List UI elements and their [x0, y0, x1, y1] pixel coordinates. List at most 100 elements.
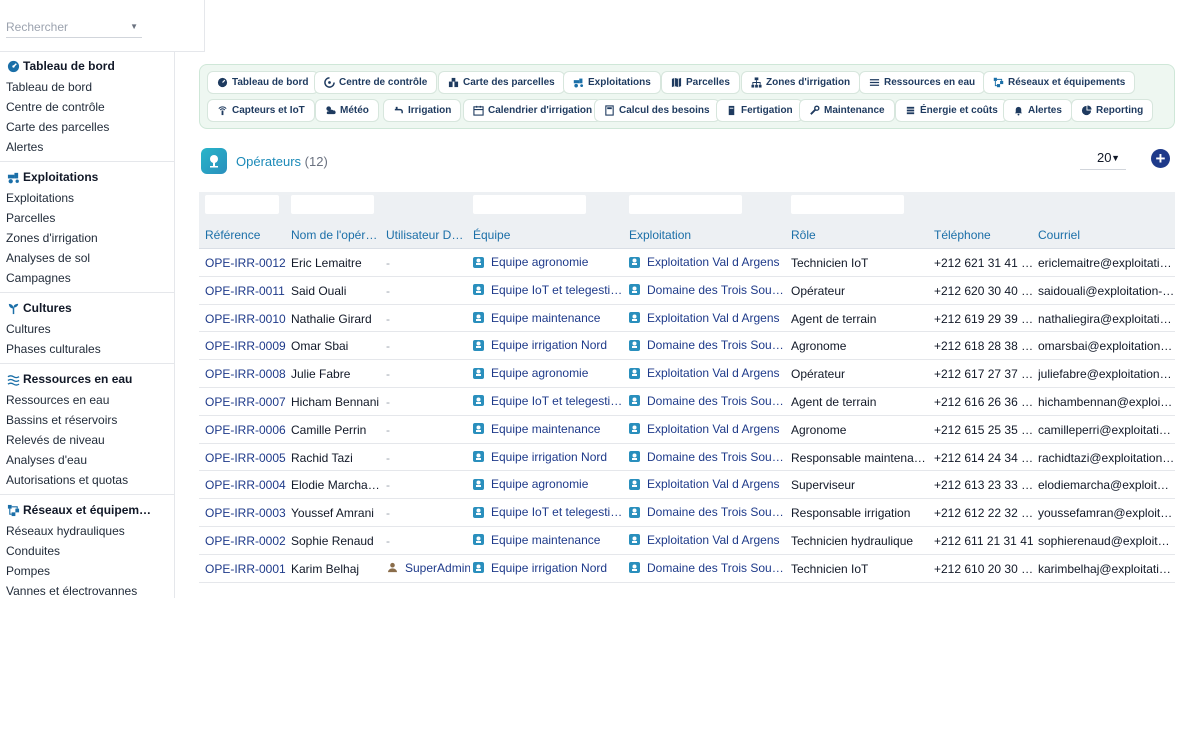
sidebar-item[interactable]: Phases culturales — [0, 339, 174, 359]
table-row[interactable]: OPE-IRR-0003 Youssef Amrani - Equipe IoT et… — [199, 499, 1175, 527]
sidebar-item[interactable]: Cultures — [0, 319, 174, 339]
cell-team[interactable]: Equipe irrigation Nord — [473, 338, 607, 352]
column-header[interactable]: Téléphone — [934, 228, 991, 242]
cell-team[interactable]: Equipe irrigation Nord — [473, 450, 607, 464]
sidebar-item[interactable]: Alertes — [0, 137, 174, 157]
table-row[interactable]: OPE-IRR-0010 Nathalie Girard - Equipe maint… — [199, 305, 1175, 333]
chevron-down-icon[interactable]: ▼ — [130, 18, 138, 36]
toolbar-button[interactable]: Énergie et coûts — [895, 99, 1008, 122]
column-header[interactable]: Référence — [205, 228, 260, 242]
sidebar-item[interactable]: Bassins et réservoirs — [0, 410, 174, 430]
cell-farm[interactable]: Domaine des Trois Sou… — [629, 394, 784, 408]
sidebar-item[interactable]: Tableau de bord — [0, 77, 174, 97]
column-header[interactable]: Équipe — [473, 228, 510, 242]
toolbar-button[interactable]: Parcelles — [661, 71, 740, 94]
table-row[interactable]: OPE-IRR-0007 Hicham Bennani - Equipe IoT et… — [199, 388, 1175, 416]
sidebar-item[interactable]: Vannes et électrovannes — [0, 581, 174, 598]
toolbar-button[interactable]: Tableau de bord — [207, 71, 319, 94]
cell-reference[interactable]: OPE-IRR-0009 — [205, 339, 286, 353]
sidebar-item[interactable]: Parcelles — [0, 208, 174, 228]
sidebar-item[interactable]: Pompes — [0, 561, 174, 581]
column-header[interactable]: Nom de l'opér… — [291, 228, 377, 242]
sidebar-item[interactable]: Analyses d'eau — [0, 450, 174, 470]
table-row[interactable]: OPE-IRR-0011 Said Ouali - Equipe IoT et tel… — [199, 277, 1175, 305]
cell-team[interactable]: Equipe agronomie — [473, 477, 588, 491]
cell-team[interactable]: Equipe maintenance — [473, 422, 600, 436]
table-row[interactable]: OPE-IRR-0012 Eric Lemaitre - Equipe agronom… — [199, 249, 1175, 277]
sidebar-item[interactable]: Centre de contrôle — [0, 97, 174, 117]
sidebar-group-title[interactable]: Exploitations — [0, 168, 174, 186]
table-row[interactable]: OPE-IRR-0002 Sophie Renaud - Equipe mainten… — [199, 527, 1175, 555]
cell-farm[interactable]: Domaine des Trois Sou… — [629, 450, 784, 464]
toolbar-button[interactable]: Irrigation — [383, 99, 462, 122]
sidebar-item[interactable]: Relevés de niveau — [0, 430, 174, 450]
cell-farm[interactable]: Exploitation Val d Argens — [629, 533, 780, 547]
sidebar-item[interactable]: Ressources en eau — [0, 390, 174, 410]
toolbar-button[interactable]: Alertes — [1003, 99, 1072, 122]
toolbar-button[interactable]: Calendrier d'irrigation — [463, 99, 603, 122]
table-row[interactable]: OPE-IRR-0001 Karim Belhaj SuperAdmin Equipe… — [199, 555, 1175, 583]
cell-team[interactable]: Equipe IoT et telegestion — [473, 394, 623, 408]
toolbar-button[interactable]: Zones d'irrigation — [741, 71, 861, 94]
cell-team[interactable]: Equipe IoT et telegestion — [473, 283, 623, 297]
column-header[interactable]: Courriel — [1038, 228, 1080, 242]
cell-team[interactable]: Equipe maintenance — [473, 311, 600, 325]
cell-team[interactable]: Equipe agronomie — [473, 366, 588, 380]
filter-input-reference[interactable] — [205, 195, 279, 214]
sidebar-group-title[interactable]: Cultures — [0, 299, 174, 317]
cell-farm[interactable]: Exploitation Val d Argens — [629, 255, 780, 269]
column-header[interactable]: Exploitation — [629, 228, 691, 242]
sidebar-group-title[interactable]: Ressources en eau — [0, 370, 174, 388]
table-row[interactable]: OPE-IRR-0005 Rachid Tazi - Equipe irrigatio… — [199, 444, 1175, 472]
filter-input-name[interactable] — [291, 195, 374, 214]
filter-input-team[interactable] — [473, 195, 586, 214]
table-row[interactable]: OPE-IRR-0009 Omar Sbai - Equipe irrigation … — [199, 332, 1175, 361]
toolbar-button[interactable]: Ressources en eau — [859, 71, 986, 94]
table-row[interactable]: OPE-IRR-0006 Camille Perrin - Equipe mainte… — [199, 416, 1175, 444]
cell-farm[interactable]: Domaine des Trois Sou… — [629, 561, 784, 575]
cell-farm[interactable]: Exploitation Val d Argens — [629, 366, 780, 380]
cell-reference[interactable]: OPE-IRR-0001 — [205, 562, 286, 576]
filter-input-role[interactable] — [791, 195, 904, 214]
cell-farm[interactable]: Domaine des Trois Sou… — [629, 283, 784, 297]
toolbar-button[interactable]: Exploitations — [563, 71, 661, 94]
column-header[interactable]: Utilisateur D… — [386, 228, 463, 242]
toolbar-button[interactable]: Carte des parcelles — [438, 71, 565, 94]
cell-farm[interactable]: Exploitation Val d Argens — [629, 311, 780, 325]
cell-team[interactable]: Equipe maintenance — [473, 533, 600, 547]
table-row[interactable]: OPE-IRR-0008 Julie Fabre - Equipe agronomie… — [199, 360, 1175, 388]
cell-reference[interactable]: OPE-IRR-0005 — [205, 451, 286, 465]
add-operator-button[interactable]: + — [1151, 149, 1170, 168]
cell-reference[interactable]: OPE-IRR-0012 — [205, 256, 286, 270]
toolbar-button[interactable]: Météo — [315, 99, 379, 122]
toolbar-button[interactable]: Reporting — [1071, 99, 1154, 122]
sidebar-item[interactable]: Réseaux hydrauliques — [0, 521, 174, 541]
table-row[interactable]: OPE-IRR-0004 Elodie Marchand - Equipe agron… — [199, 471, 1175, 500]
sidebar-item[interactable]: Carte des parcelles — [0, 117, 174, 137]
filter-input-farm[interactable] — [629, 195, 742, 214]
toolbar-button[interactable]: Calcul des besoins — [594, 99, 720, 122]
cell-reference[interactable]: OPE-IRR-0007 — [205, 395, 286, 409]
cell-farm[interactable]: Exploitation Val d Argens — [629, 422, 780, 436]
cell-reference[interactable]: OPE-IRR-0002 — [205, 534, 286, 548]
cell-team[interactable]: Equipe IoT et telegestion — [473, 505, 623, 519]
cell-team[interactable]: Equipe irrigation Nord — [473, 561, 607, 575]
sidebar-item[interactable]: Zones d'irrigation — [0, 228, 174, 248]
sidebar-item[interactable]: Exploitations — [0, 188, 174, 208]
cell-reference[interactable]: OPE-IRR-0006 — [205, 423, 286, 437]
cell-farm[interactable]: Domaine des Trois Sou… — [629, 338, 784, 352]
cell-reference[interactable]: OPE-IRR-0004 — [205, 478, 286, 492]
sidebar-item[interactable]: Conduites — [0, 541, 174, 561]
column-header[interactable]: Rôle — [791, 228, 816, 242]
toolbar-button[interactable]: Centre de contrôle — [314, 71, 438, 94]
sidebar-group-title[interactable]: Tableau de bord — [0, 57, 174, 75]
toolbar-button[interactable]: Capteurs et IoT — [207, 99, 315, 122]
sidebar-item[interactable]: Analyses de sol — [0, 248, 174, 268]
toolbar-button[interactable]: Maintenance — [799, 99, 895, 122]
cell-farm[interactable]: Domaine des Trois Sou… — [629, 505, 784, 519]
page-size-select[interactable]: 20 ▼ — [1080, 148, 1126, 170]
toolbar-button[interactable]: Fertigation — [716, 99, 803, 122]
sidebar-item[interactable]: Autorisations et quotas — [0, 470, 174, 490]
search-input[interactable]: Rechercher ▼ — [6, 18, 142, 38]
cell-reference[interactable]: OPE-IRR-0003 — [205, 506, 286, 520]
